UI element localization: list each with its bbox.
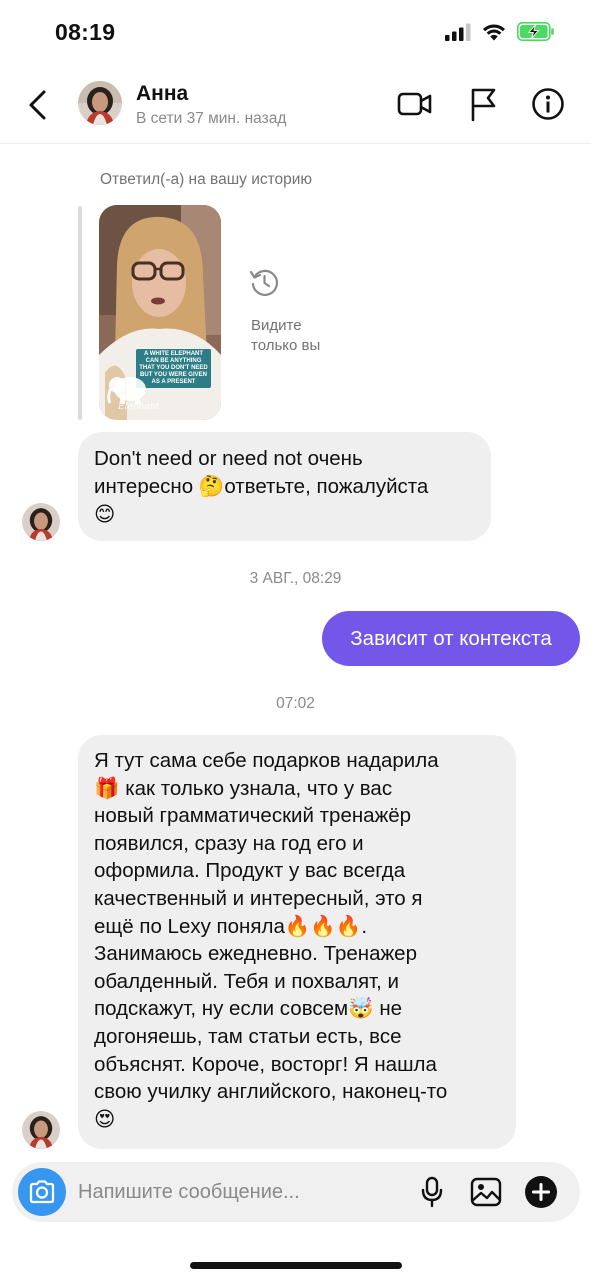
info-button[interactable]	[528, 84, 568, 124]
message-input[interactable]	[78, 1176, 398, 1208]
message-line: новый грамматический тренажёр	[94, 804, 412, 828]
video-call-button[interactable]	[395, 84, 435, 124]
message-line: Занимаюсь ежедневно. Тренажер	[94, 942, 417, 966]
message-line: обалденный. Тебя и похвалят, и	[94, 969, 399, 993]
message-line: ещё по Lexy поняла🔥🔥🔥.	[94, 914, 368, 938]
message-line: Don't need or need not очень	[94, 447, 363, 470]
contact-name[interactable]: Анна	[136, 82, 188, 106]
outgoing-message[interactable]: Зависит от контекста	[322, 611, 580, 666]
message-text: Зависит от контекста	[350, 626, 552, 650]
status-time: 08:19	[55, 19, 116, 45]
contact-status: В сети 37 мин. назад	[136, 110, 287, 127]
chat-header: Анна В сети 37 мин. назад	[0, 66, 591, 144]
message-line: интересно 🤔ответьте, пожалуйста	[94, 475, 429, 498]
status-icons	[445, 22, 555, 41]
message-line: догоняешь, там статьи есть, все	[94, 1024, 402, 1048]
message-line: 😍	[94, 1107, 116, 1131]
incoming-message[interactable]: Don't need or need not очень интересно 🤔…	[78, 432, 491, 541]
incoming-message[interactable]: Я тут сама себе подарков надарила 🎁 как …	[78, 735, 516, 1149]
signal-icon	[445, 23, 471, 41]
back-button[interactable]	[24, 86, 54, 124]
story-watermark-text: Elephant	[118, 402, 160, 412]
more-options-button[interactable]	[523, 1174, 559, 1210]
message-line: свою училку английского, наконец-то	[94, 1080, 448, 1104]
sender-avatar[interactable]	[22, 503, 60, 541]
status-bar: 08:19	[0, 0, 591, 66]
report-button[interactable]	[463, 84, 503, 124]
history-icon	[248, 266, 280, 298]
message-line: оформила. Продукт у вас всегда	[94, 859, 406, 883]
message-line: объяснят. Короче, восторг! Я нашла	[94, 1052, 437, 1076]
message-line: 🎁 как только узнала, что у вас	[94, 776, 393, 800]
story-reply-line	[78, 206, 82, 420]
home-indicator[interactable]	[190, 1262, 402, 1269]
voice-message-button[interactable]	[414, 1174, 450, 1210]
timestamp: 3 АВГ., 08:29	[249, 570, 342, 587]
contact-avatar[interactable]	[78, 81, 122, 125]
camera-button[interactable]	[18, 1168, 66, 1216]
image-icon	[470, 1177, 502, 1207]
chevron-left-icon	[29, 90, 46, 120]
message-line: Я тут сама себе подарков надарила	[94, 749, 439, 772]
only-you-label: Видите только вы	[251, 317, 321, 354]
microphone-icon	[421, 1176, 443, 1208]
timestamp: 07:02	[276, 695, 315, 712]
message-line: подскажут, ну если совсем🤯 не	[94, 997, 403, 1021]
gallery-button[interactable]	[468, 1174, 504, 1210]
flag-icon	[471, 88, 496, 121]
video-camera-icon	[397, 92, 432, 116]
message-composer	[12, 1162, 580, 1222]
story-reply-label: Ответил(-а) на вашу историю	[100, 171, 313, 188]
wifi-icon	[483, 24, 505, 41]
info-icon	[532, 88, 564, 120]
plus-icon	[525, 1176, 557, 1208]
battery-charging-icon	[517, 22, 554, 41]
message-line: 😊	[94, 503, 116, 526]
sender-avatar[interactable]	[22, 1111, 60, 1149]
message-line: появился, сразу на год его и	[94, 831, 364, 855]
camera-icon	[29, 1180, 55, 1204]
message-line: качественный и интересный, это я	[94, 886, 423, 910]
